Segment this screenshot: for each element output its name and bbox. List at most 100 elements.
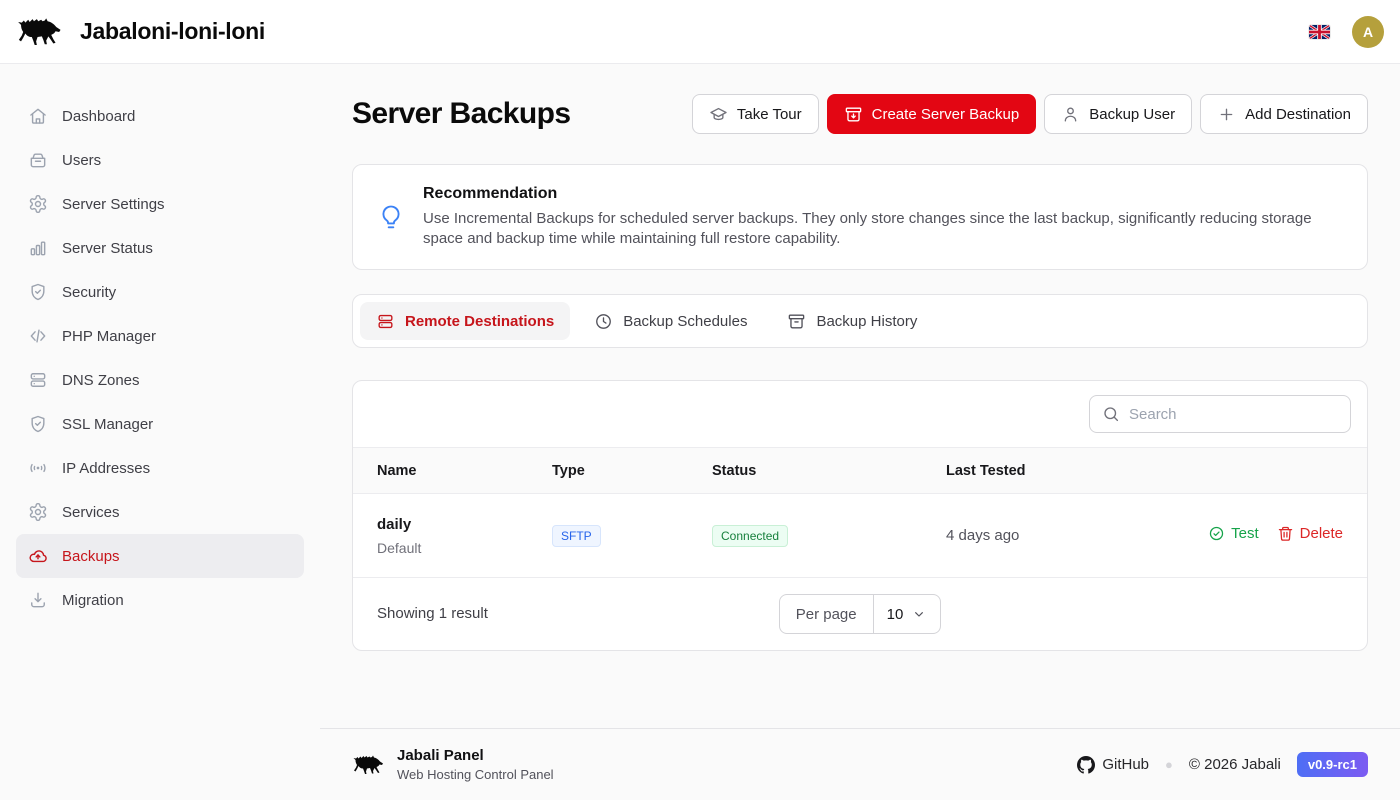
copyright-text: © 2026 Jabali [1189,756,1281,773]
site-footer: Jabali Panel Web Hosting Control Panel G… [320,728,1400,800]
search-input[interactable] [1129,406,1338,423]
sidebar-item-security[interactable]: Security [16,270,304,314]
trash-icon [1277,525,1294,542]
page-title: Server Backups [352,92,570,136]
sidebar-item-users[interactable]: Users [16,138,304,182]
tab-backup-schedules[interactable]: Backup Schedules [578,302,763,340]
sidebar-item-label: Server Settings [62,196,165,213]
version-badge: v0.9-rc1 [1297,752,1368,777]
brand: Jabaloni-loni-loni [16,15,265,49]
sidebar-item-label: Dashboard [62,108,135,125]
backup-user-label: Backup User [1089,106,1175,123]
column-header-actions [1186,448,1367,494]
boar-logo-icon [352,753,384,777]
boar-logo-icon [16,15,62,49]
github-link[interactable]: GitHub [1077,756,1149,774]
create-server-backup-button[interactable]: Create Server Backup [827,94,1037,134]
footer-brand-subtitle: Web Hosting Control Panel [397,767,554,782]
backup-user-button[interactable]: Backup User [1044,94,1192,134]
search-box [1089,395,1351,433]
graduation-cap-icon [709,105,728,124]
per-page-value: 10 [887,606,904,623]
per-page-select[interactable]: Per page 10 [779,594,942,634]
broadcast-icon [28,458,48,478]
column-header-status: Status [712,448,946,494]
code-icon [28,326,48,346]
sidebar-item-services[interactable]: Services [16,490,304,534]
sidebar-nav: Dashboard Users Server Settings Server S… [0,64,320,800]
sidebar-item-label: Server Status [62,240,153,257]
delete-label: Delete [1300,525,1343,542]
sidebar-item-server-status[interactable]: Server Status [16,226,304,270]
recommendation-body: Use Incremental Backups for scheduled se… [423,209,1343,249]
plus-icon [1217,105,1236,124]
page-actions: Take Tour Create Server Backup Backup Us… [692,94,1368,134]
lightbulb-icon [377,203,405,231]
sidebar-item-label: DNS Zones [62,372,140,389]
delete-button[interactable]: Delete [1277,525,1343,542]
table-footer: Showing 1 result Per page 10 [353,578,1367,650]
sidebar-item-ssl-manager[interactable]: SSL Manager [16,402,304,446]
clock-icon [594,312,613,331]
sidebar-item-label: Services [62,504,120,521]
bar-chart-icon [28,238,48,258]
column-header-last-tested: Last Tested [946,448,1186,494]
gear-icon [28,502,48,522]
destination-name: daily [377,516,552,533]
status-badge: Connected [712,525,788,547]
language-flag-icon[interactable] [1309,25,1330,39]
sidebar-item-label: Users [62,152,101,169]
sidebar-item-backups[interactable]: Backups [16,534,304,578]
gear-icon [28,194,48,214]
user-avatar[interactable]: A [1352,16,1384,48]
shield-check-icon [28,282,48,302]
tab-remote-destinations[interactable]: Remote Destinations [360,302,570,340]
dot-separator: ● [1165,757,1173,772]
sidebar-item-server-settings[interactable]: Server Settings [16,182,304,226]
tab-label: Remote Destinations [405,313,554,330]
sidebar-item-ip-addresses[interactable]: IP Addresses [16,446,304,490]
create-server-backup-label: Create Server Backup [872,106,1020,123]
test-button[interactable]: Test [1208,525,1259,542]
take-tour-button[interactable]: Take Tour [692,94,819,134]
take-tour-label: Take Tour [737,106,802,123]
column-header-type: Type [552,448,712,494]
destinations-table: Name Type Status Last Tested daily Defau… [353,447,1367,578]
add-destination-label: Add Destination [1245,106,1351,123]
sidebar-item-php-manager[interactable]: PHP Manager [16,314,304,358]
destinations-card: Name Type Status Last Tested daily Defau… [352,380,1368,651]
users-drawer-icon [28,150,48,170]
tab-backup-history[interactable]: Backup History [771,302,933,340]
table-row: daily Default SFTP Connected 4 days ago [353,494,1367,578]
server-stack-icon [28,370,48,390]
shield-check-icon [28,414,48,434]
top-header: Jabaloni-loni-loni A [0,0,1400,64]
test-label: Test [1231,525,1259,542]
per-page-label: Per page [780,595,874,633]
download-icon [28,590,48,610]
app-title: Jabaloni-loni-loni [80,18,265,45]
chevron-down-icon [911,606,927,622]
tab-label: Backup Schedules [623,313,747,330]
type-badge: SFTP [552,525,601,547]
archive-down-icon [844,105,863,124]
home-icon [28,106,48,126]
check-circle-icon [1208,525,1225,542]
recommendation-title: Recommendation [423,185,1343,203]
tab-label: Backup History [816,313,917,330]
sidebar-item-label: SSL Manager [62,416,153,433]
sidebar-item-label: Migration [62,592,124,609]
footer-brand-name: Jabali Panel [397,747,554,764]
sidebar-item-label: PHP Manager [62,328,156,345]
sidebar-item-dns-zones[interactable]: DNS Zones [16,358,304,402]
column-header-name: Name [353,448,552,494]
last-tested-value: 4 days ago [946,527,1019,544]
github-icon [1077,756,1095,774]
sidebar-item-dashboard[interactable]: Dashboard [16,94,304,138]
sidebar-item-migration[interactable]: Migration [16,578,304,622]
user-icon [1061,105,1080,124]
recommendation-card: Recommendation Use Incremental Backups f… [352,164,1368,270]
results-count: Showing 1 result [377,605,488,622]
add-destination-button[interactable]: Add Destination [1200,94,1368,134]
destination-subtitle: Default [377,540,552,556]
